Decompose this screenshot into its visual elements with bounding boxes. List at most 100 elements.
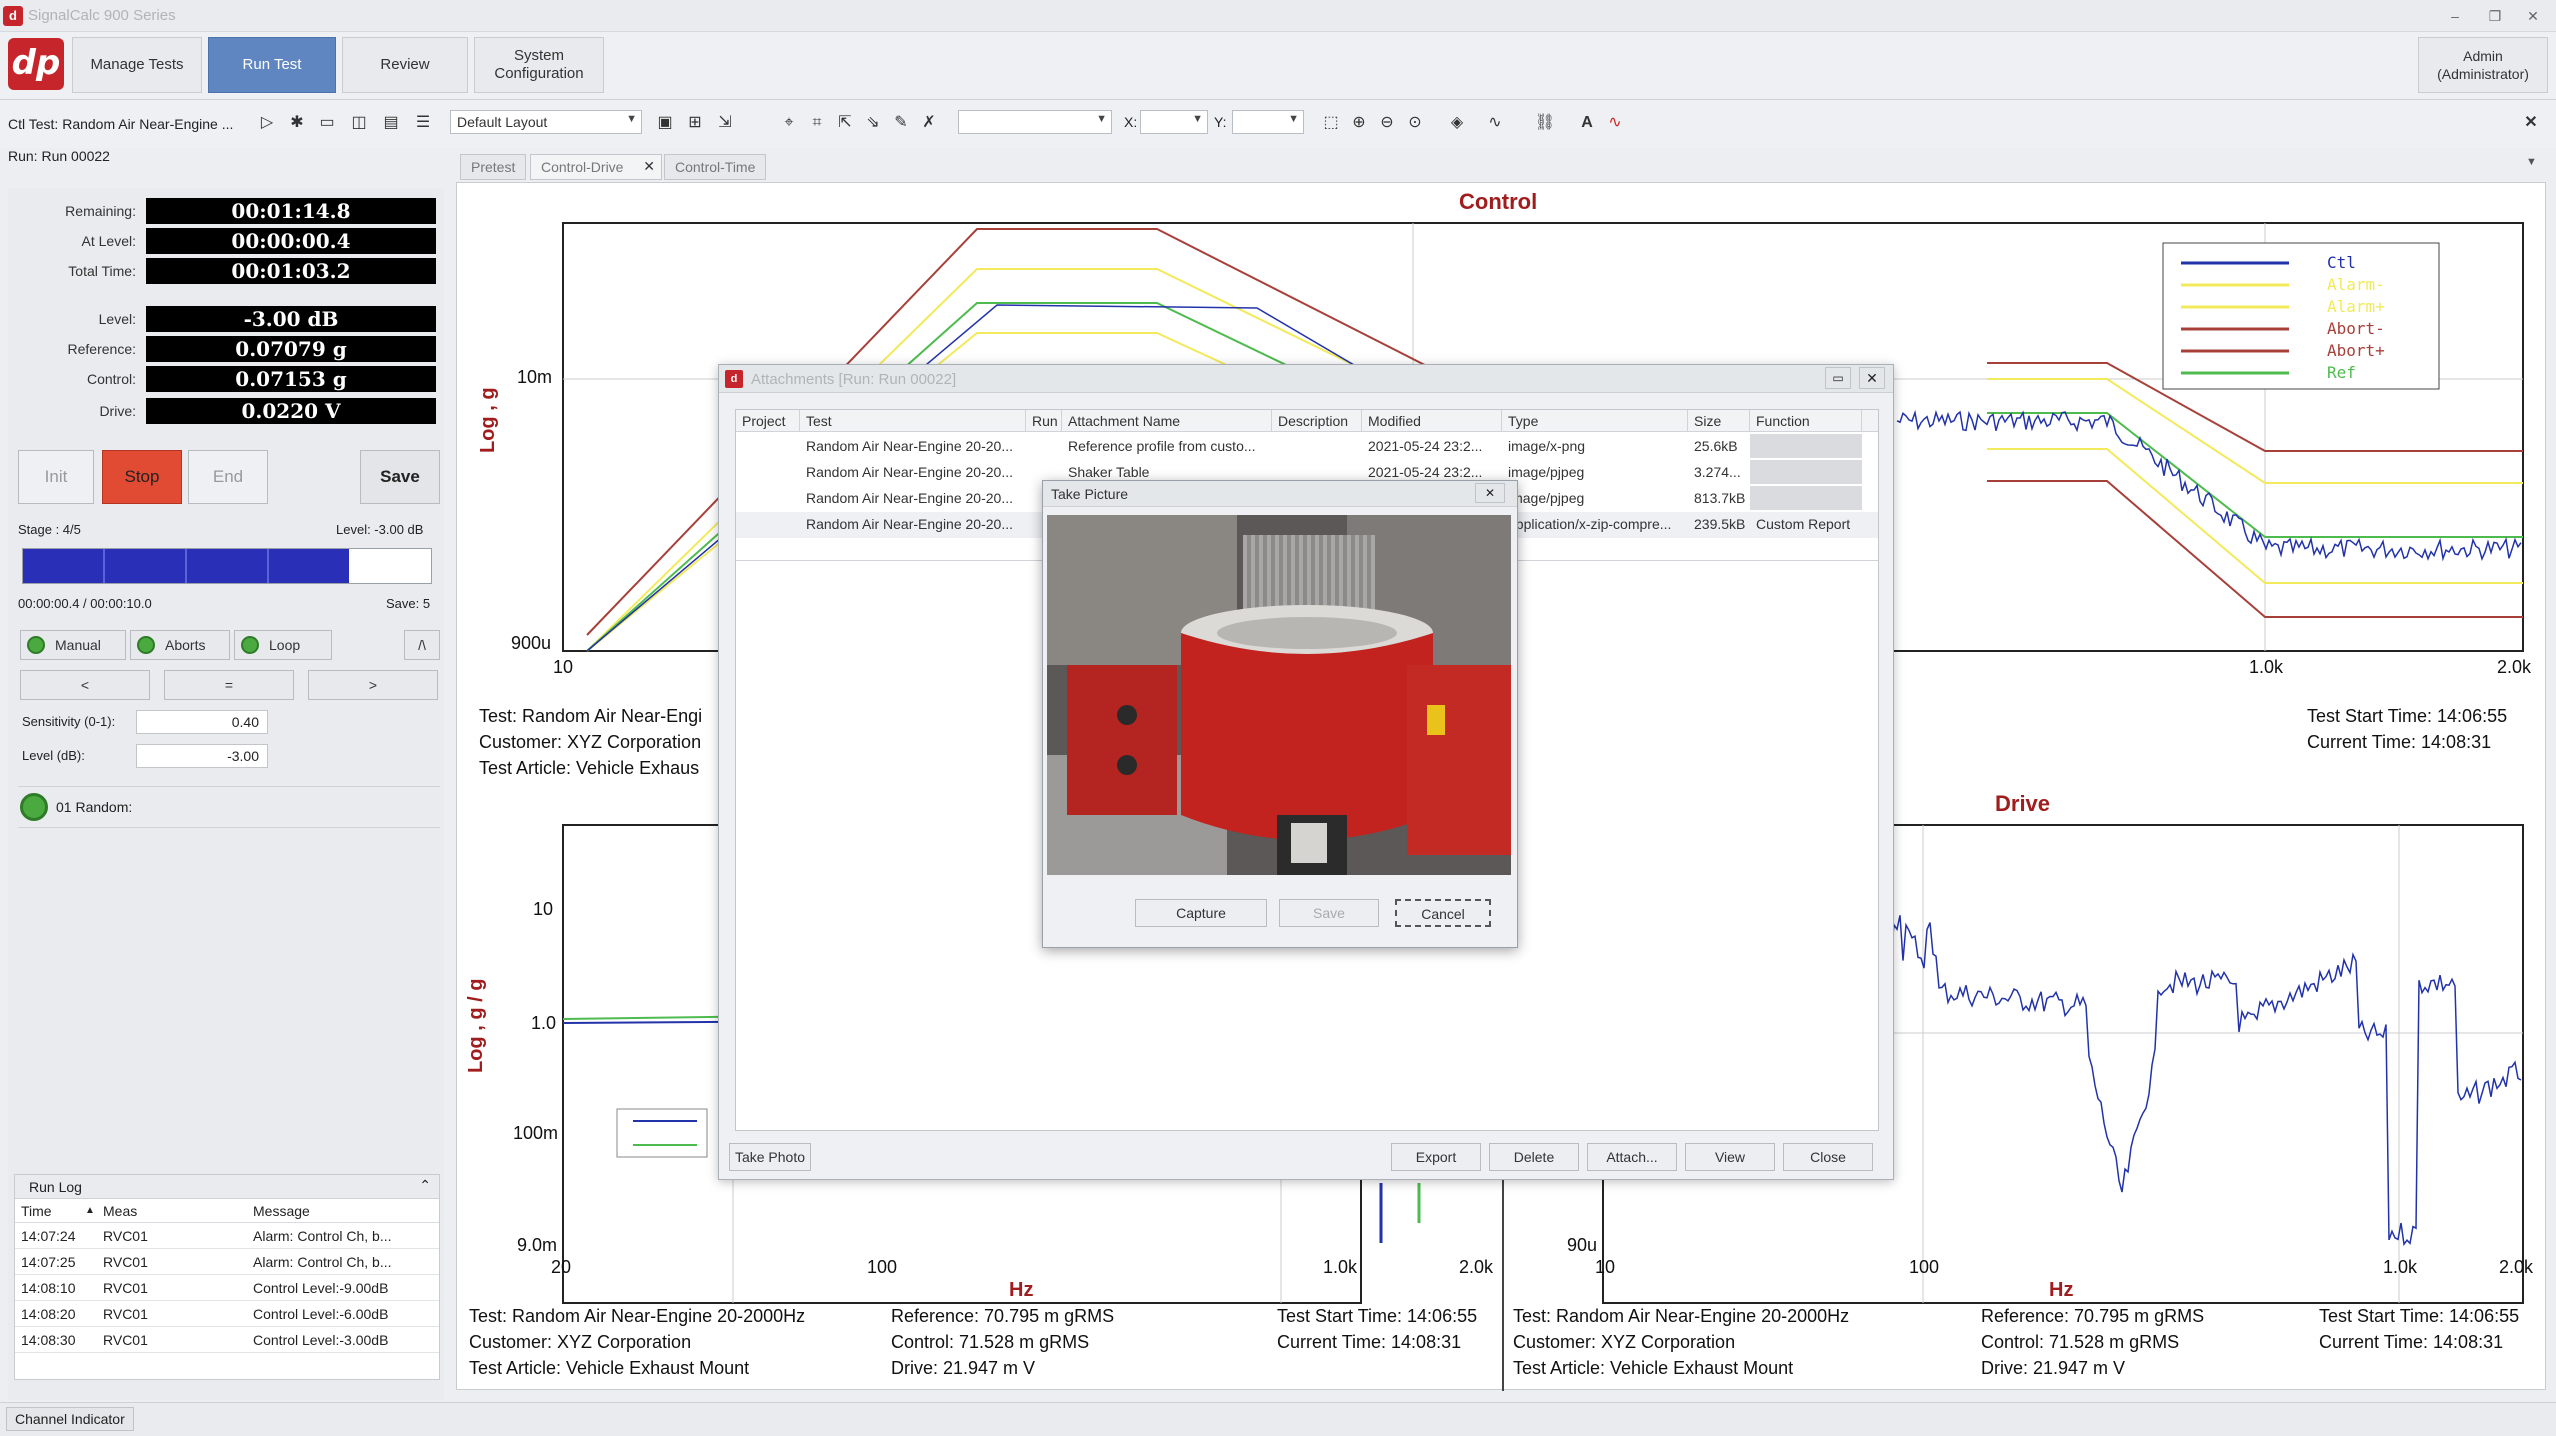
panel-icon[interactable]: ◫: [348, 112, 370, 134]
collapse-button[interactable]: /\: [404, 630, 440, 660]
tab-overflow-icon[interactable]: ▼: [2526, 156, 2537, 168]
col-run[interactable]: Run: [1026, 410, 1062, 432]
control-ylabel: Log , g: [477, 387, 499, 453]
tab-control-drive[interactable]: Control-Drive ✕: [530, 154, 662, 180]
col-project[interactable]: Project: [736, 410, 800, 432]
stop-button[interactable]: Stop: [102, 450, 182, 504]
layout-add-icon[interactable]: ⊞: [684, 112, 706, 134]
log-cell: RVC01: [103, 1227, 148, 1244]
close-tab-icon[interactable]: ✕: [643, 158, 655, 175]
col-message[interactable]: Message: [253, 1203, 310, 1219]
restore-button[interactable]: ❐: [2478, 4, 2512, 28]
tab-control-time[interactable]: Control-Time: [664, 154, 767, 180]
log-row[interactable]: 14:07:24 RVC01 Alarm: Control Ch, b...: [15, 1223, 439, 1249]
drive-left-xtick: 20: [551, 1257, 572, 1277]
minimize-button[interactable]: –: [2438, 4, 2472, 28]
export-button[interactable]: Export: [1391, 1143, 1481, 1171]
end-button[interactable]: End: [188, 450, 268, 504]
channel-indicator-tab[interactable]: Channel Indicator: [6, 1407, 134, 1431]
sensitivity-input[interactable]: 0.40: [136, 710, 268, 734]
user-account-button[interactable]: Admin (Administrator): [2418, 37, 2548, 93]
drive-info-1: Test: Random Air Near-Engine 20-2000Hz C…: [1513, 1303, 1849, 1381]
close-dialog-icon[interactable]: ✕: [1475, 483, 1505, 503]
log-row[interactable]: 14:07:25 RVC01 Alarm: Control Ch, b...: [15, 1249, 439, 1275]
marker-icon[interactable]: ✎: [890, 112, 912, 134]
stage-progress-fill: [23, 549, 350, 583]
chevron-up-icon[interactable]: ⌃: [419, 1177, 431, 1194]
cancel-button[interactable]: Cancel: [1395, 899, 1491, 927]
window-icon[interactable]: ▭: [316, 112, 338, 134]
capture-button[interactable]: Capture: [1135, 899, 1267, 927]
col-time[interactable]: Time: [15, 1203, 85, 1219]
take-photo-button[interactable]: Take Photo: [729, 1143, 811, 1171]
log-cell: 14:08:10: [21, 1279, 76, 1296]
layout-export-icon[interactable]: ⇲: [714, 112, 736, 134]
text-annotation-icon[interactable]: A: [1576, 112, 1598, 134]
zoom-box-icon[interactable]: ⬚: [1320, 112, 1342, 134]
close-window-button[interactable]: ✕: [2516, 4, 2550, 28]
view-button[interactable]: View: [1685, 1143, 1775, 1171]
curve-annotation-icon[interactable]: ∿: [1604, 112, 1626, 134]
col-test[interactable]: Test: [800, 410, 1026, 432]
attachments-titlebar: d Attachments [Run: Run 00022] ▭ ✕: [719, 365, 1893, 393]
peak-cursor-icon[interactable]: ⌗: [806, 112, 828, 134]
clear-marker-icon[interactable]: ✗: [918, 112, 940, 134]
close-layout-icon[interactable]: ✕: [2520, 112, 2542, 134]
next-button[interactable]: >: [308, 670, 438, 700]
gear-icon[interactable]: ✱: [286, 112, 308, 134]
link-icon[interactable]: ⛓: [1534, 112, 1556, 134]
reset-button[interactable]: =: [164, 670, 294, 700]
aborts-toggle[interactable]: Aborts: [130, 630, 230, 660]
close-dialog-icon[interactable]: ✕: [1859, 367, 1885, 389]
cursor-icon[interactable]: ⌖: [778, 112, 800, 134]
zoom-in-icon[interactable]: ⊕: [1348, 112, 1370, 134]
sensitivity-label: Sensitivity (0-1):: [22, 714, 116, 729]
resize-icon[interactable]: ⇘: [862, 112, 884, 134]
menu-icon[interactable]: ☰: [412, 112, 434, 134]
drive-left-xtick: 1.0k: [1323, 1257, 1358, 1277]
zoom-out-icon[interactable]: ⊖: [1376, 112, 1398, 134]
log-row[interactable]: 14:08:20 RVC01 Control Level:-6.00dB: [15, 1301, 439, 1327]
col-size[interactable]: Size: [1688, 410, 1750, 432]
col-modified[interactable]: Modified: [1362, 410, 1502, 432]
open-test-icon[interactable]: ▷: [256, 112, 278, 134]
pan-icon[interactable]: ◈: [1446, 112, 1468, 134]
previous-button[interactable]: <: [20, 670, 150, 700]
move-icon[interactable]: ⇱: [834, 112, 856, 134]
nav-review[interactable]: Review: [342, 37, 468, 93]
attach-button[interactable]: Attach...: [1587, 1143, 1677, 1171]
zoom-fit-icon[interactable]: ⊙: [1404, 112, 1426, 134]
col-description[interactable]: Description: [1272, 410, 1362, 432]
log-row[interactable]: 14:08:10 RVC01 Control Level:-9.00dB: [15, 1275, 439, 1301]
app-icon: d: [3, 6, 23, 26]
close-button[interactable]: Close: [1783, 1143, 1873, 1171]
col-function[interactable]: Function: [1750, 410, 1862, 432]
report-icon[interactable]: ▤: [380, 112, 402, 134]
trace-select[interactable]: ▼: [958, 110, 1112, 134]
save-button[interactable]: Save: [360, 450, 440, 504]
delete-button[interactable]: Delete: [1489, 1143, 1579, 1171]
col-attachment-name[interactable]: Attachment Name: [1062, 410, 1272, 432]
nav-run-test[interactable]: Run Test: [208, 37, 336, 93]
schedule-item[interactable]: 01 Random:: [18, 786, 440, 828]
y-value-input[interactable]: ▼: [1232, 110, 1304, 134]
nav-system-configuration[interactable]: System Configuration: [474, 37, 604, 93]
init-button[interactable]: Init: [18, 450, 94, 504]
level-db-input[interactable]: -3.00: [136, 744, 268, 768]
attachment-row[interactable]: Random Air Near-Engine 20-20... Reference…: [736, 434, 1878, 460]
layout-select[interactable]: Default Layout ▼: [450, 110, 642, 134]
col-type[interactable]: Type: [1502, 410, 1688, 432]
x-value-input[interactable]: ▼: [1140, 110, 1208, 134]
maximize-dialog-icon[interactable]: ▭: [1825, 367, 1851, 389]
log-cell: RVC01: [103, 1253, 148, 1270]
tab-pretest[interactable]: Pretest: [460, 154, 527, 180]
manual-toggle[interactable]: Manual: [20, 630, 126, 660]
col-meas[interactable]: Meas: [103, 1203, 253, 1219]
layout-new-icon[interactable]: ▣: [654, 112, 676, 134]
layout-select-value: Default Layout: [457, 114, 548, 130]
log-row[interactable]: 14:08:30 RVC01 Control Level:-3.00dB: [15, 1327, 439, 1353]
save-picture-button[interactable]: Save: [1279, 899, 1379, 927]
trace-style-icon[interactable]: ∿: [1484, 112, 1506, 134]
loop-toggle[interactable]: Loop: [234, 630, 332, 660]
nav-manage-tests[interactable]: Manage Tests: [72, 37, 202, 93]
